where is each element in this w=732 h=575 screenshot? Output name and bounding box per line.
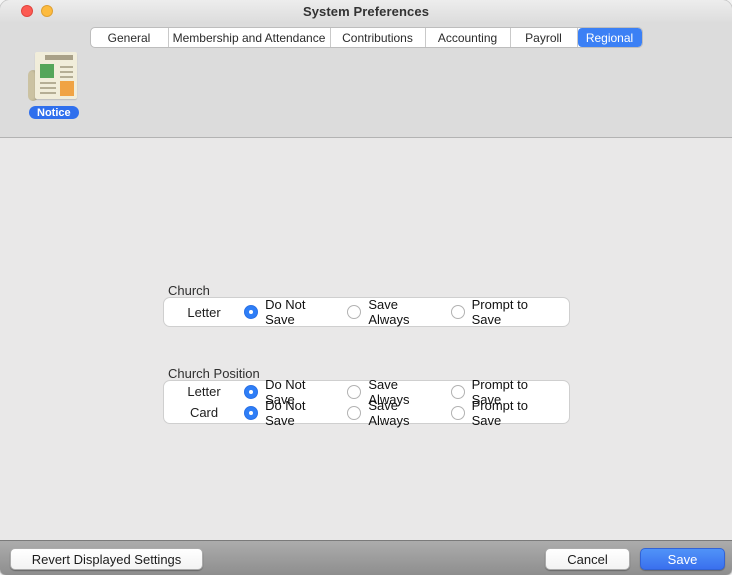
bottom-action-bar: Revert Displayed Settings Cancel Save <box>0 540 732 575</box>
notice-selected-label: Notice <box>29 106 79 119</box>
regional-settings-pane: Church Letter Do Not Save Save Always Pr… <box>0 138 732 540</box>
church-position-card-row: Card Do Not Save Save Always Prompt to S… <box>164 402 569 423</box>
church-box: Letter Do Not Save Save Always Prompt to… <box>163 297 570 327</box>
radio-church-letter-do-not-save[interactable]: Do Not Save <box>244 297 334 327</box>
save-button[interactable]: Save <box>640 548 725 570</box>
radio-unselected-icon[interactable] <box>347 385 361 399</box>
church-letter-row: Letter Do Not Save Save Always Prompt to… <box>164 302 569 323</box>
radio-unselected-icon[interactable] <box>451 406 465 420</box>
tab-accounting[interactable]: Accounting <box>426 28 511 47</box>
toolbar-icon-row: Notice <box>0 50 732 137</box>
radio-church-letter-prompt-to-save[interactable]: Prompt to Save <box>451 297 556 327</box>
row-label-letter: Letter <box>164 305 244 320</box>
tab-general[interactable]: General <box>91 28 169 47</box>
radio-unselected-icon[interactable] <box>451 305 465 319</box>
tab-payroll[interactable]: Payroll <box>511 28 578 47</box>
row-label-card: Card <box>164 405 244 420</box>
tab-membership-and-attendance[interactable]: Membership and Attendance <box>169 28 331 47</box>
radio-unselected-icon[interactable] <box>347 305 361 319</box>
tab-regional[interactable]: Regional <box>578 28 642 47</box>
radio-position-card-do-not-save[interactable]: Do Not Save <box>244 398 334 428</box>
window-title: System Preferences <box>303 4 429 19</box>
cancel-button[interactable]: Cancel <box>545 548 630 570</box>
church-position-box: Letter Do Not Save Save Always Prompt to… <box>163 380 570 424</box>
tab-strip: General Membership and Attendance Contri… <box>0 22 732 50</box>
title-bar[interactable]: System Preferences <box>0 0 732 22</box>
radio-position-card-save-always[interactable]: Save Always <box>347 398 437 428</box>
system-preferences-window: System Preferences General Membership an… <box>0 0 732 575</box>
radio-selected-icon[interactable] <box>244 406 258 420</box>
radio-unselected-icon[interactable] <box>347 406 361 420</box>
radio-selected-icon[interactable] <box>244 385 258 399</box>
radio-church-letter-save-always[interactable]: Save Always <box>347 297 437 327</box>
close-button[interactable] <box>21 5 33 17</box>
tab-contributions[interactable]: Contributions <box>331 28 426 47</box>
radio-unselected-icon[interactable] <box>451 385 465 399</box>
radio-selected-icon[interactable] <box>244 305 258 319</box>
revert-displayed-settings-button[interactable]: Revert Displayed Settings <box>10 548 203 570</box>
row-label-letter: Letter <box>164 384 244 399</box>
radio-position-card-prompt-to-save[interactable]: Prompt to Save <box>451 398 556 428</box>
minimize-button[interactable] <box>41 5 53 17</box>
tabs-segmented-control: General Membership and Attendance Contri… <box>90 27 643 48</box>
section-title-church: Church <box>168 283 210 298</box>
